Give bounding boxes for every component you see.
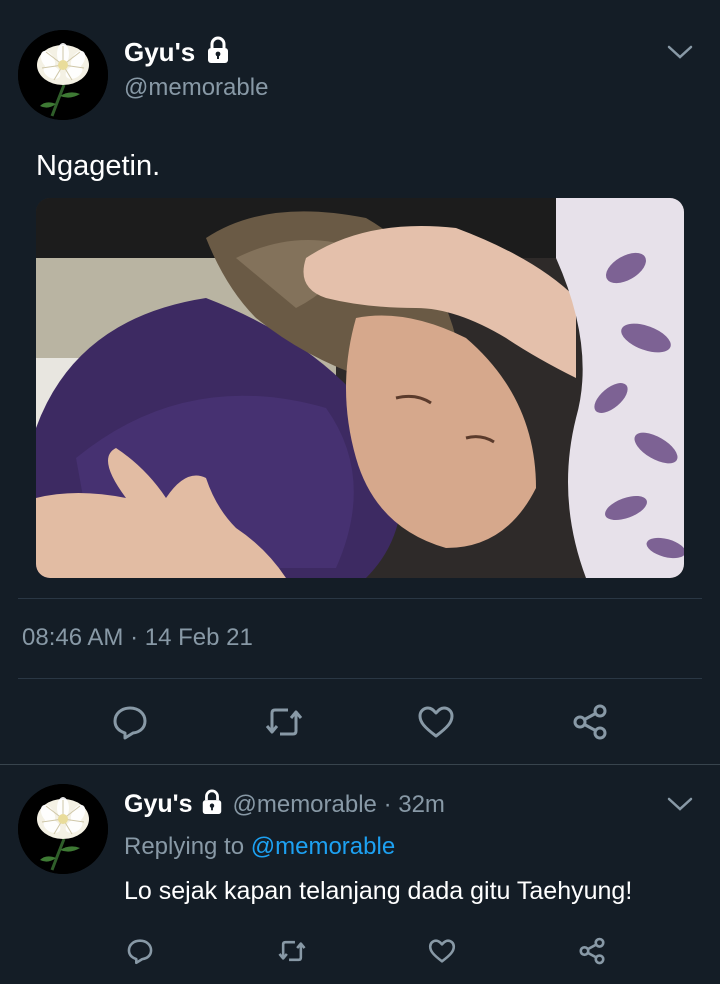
flower-avatar-image xyxy=(18,784,108,874)
reply-avatar[interactable] xyxy=(18,784,108,874)
reply-display-name[interactable]: Gyu's xyxy=(124,790,192,819)
reply-handle-time[interactable]: @memorable · 32m xyxy=(232,791,444,819)
retweet-button[interactable] xyxy=(274,934,310,968)
reply-button[interactable] xyxy=(106,700,154,744)
share-icon xyxy=(573,704,607,740)
divider xyxy=(18,678,702,679)
retweet-icon xyxy=(278,940,306,962)
reply-icon xyxy=(127,939,153,965)
share-icon xyxy=(579,937,605,965)
chevron-down-icon[interactable] xyxy=(667,796,693,817)
flower-avatar-image xyxy=(18,30,108,120)
like-button[interactable] xyxy=(424,934,460,968)
like-icon xyxy=(428,939,456,963)
reply-tweet-text: Lo sejak kapan telanjang dada gitu Taehy… xyxy=(124,877,633,905)
tweet-photo[interactable] xyxy=(36,198,684,578)
chevron-down-icon[interactable] xyxy=(667,44,693,65)
main-timestamp: 08:46 AM · 14 Feb 21 xyxy=(22,624,253,651)
like-button[interactable] xyxy=(412,700,460,744)
like-icon xyxy=(418,706,454,738)
main-display-name[interactable]: Gyu's xyxy=(124,37,195,68)
share-button[interactable] xyxy=(566,700,614,744)
share-button[interactable] xyxy=(574,934,610,968)
lock-icon xyxy=(205,36,231,69)
section-divider xyxy=(0,764,720,765)
main-handle[interactable]: @memorable xyxy=(124,74,268,102)
replying-to: Replying to @memorable xyxy=(124,833,395,861)
divider xyxy=(18,598,702,599)
retweet-icon xyxy=(265,708,303,736)
replying-prefix: Replying to xyxy=(124,833,245,860)
reply-icon xyxy=(113,706,147,740)
main-tweet-text: Ngagetin. xyxy=(36,150,161,182)
photo-sleeping-person xyxy=(36,198,684,578)
lock-icon xyxy=(200,789,224,820)
reply-button[interactable] xyxy=(122,934,158,968)
main-avatar[interactable] xyxy=(18,30,108,120)
retweet-button[interactable] xyxy=(260,700,308,744)
replying-handle-link[interactable]: @memorable xyxy=(251,833,395,860)
